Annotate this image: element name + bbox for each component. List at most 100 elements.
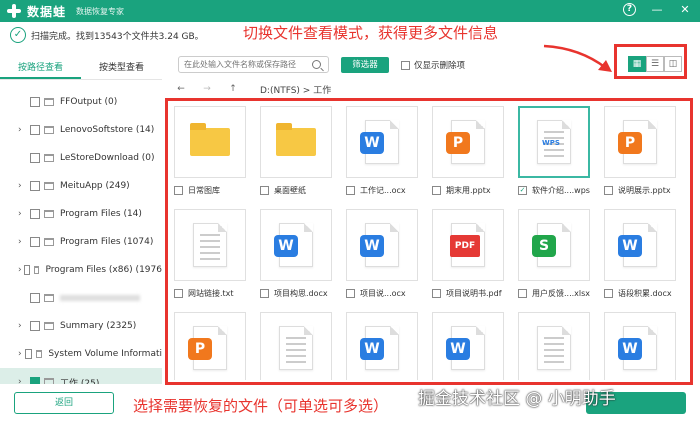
tree-item-checkbox[interactable] (30, 377, 40, 384)
file-name: 说明展示.pptx (618, 186, 671, 195)
only-deleted-toggle[interactable]: 仅显示删除项 (401, 59, 465, 71)
back-button[interactable]: 返回 (14, 392, 114, 414)
tree-item-label: 工作 (25) (60, 378, 100, 385)
tree-item[interactable]: › Program Files (14) (0, 200, 162, 228)
file-thumbnail[interactable]: W (346, 209, 418, 281)
tree-item[interactable]: › LenovoSoftstore (14) (0, 116, 162, 144)
only-deleted-checkbox[interactable] (401, 60, 410, 70)
up-arrow-icon[interactable]: ↑ (220, 84, 246, 94)
tree-item[interactable]: LeStoreDownload (0) (0, 144, 162, 172)
detail-view-icon[interactable]: ◫ (664, 56, 682, 72)
filter-button[interactable]: 筛选器 (341, 57, 389, 73)
tree-item[interactable]: › Summary (2325) (0, 312, 162, 340)
file-item[interactable]: W 项目构思.docx (258, 207, 343, 307)
tree-item[interactable]: › Program Files (1074) (0, 228, 162, 256)
file-thumbnail[interactable]: WPS (518, 106, 590, 178)
file-item[interactable]: W 语段积累.docx (602, 207, 687, 307)
file-checkbox[interactable] (174, 186, 183, 195)
tree-item-checkbox[interactable] (30, 321, 40, 331)
file-checkbox[interactable] (346, 289, 355, 298)
file-thumbnail[interactable]: PDF (432, 209, 504, 281)
file-thumbnail[interactable] (260, 106, 332, 178)
help-icon[interactable]: ? (623, 3, 636, 16)
chevron-right-icon[interactable]: › (18, 125, 30, 135)
file-checkbox[interactable] (432, 289, 441, 298)
tree-item-checkbox[interactable] (23, 265, 30, 275)
forward-arrow-icon[interactable]: → (194, 84, 220, 94)
tree-item-checkbox[interactable] (30, 237, 40, 247)
file-thumbnail[interactable]: P (604, 106, 676, 178)
tree-item-checkbox[interactable] (30, 293, 40, 303)
file-item[interactable]: P 期末用.pptx (430, 104, 515, 204)
file-thumbnail[interactable]: W (260, 209, 332, 281)
file-thumbnail[interactable] (174, 209, 246, 281)
tree-item[interactable]: › MeituApp (249) (0, 172, 162, 200)
file-checkbox[interactable] (604, 289, 613, 298)
tree-item-checkbox[interactable] (30, 181, 40, 191)
chevron-right-icon[interactable]: › (18, 349, 25, 359)
tree-item-checkbox[interactable] (30, 97, 40, 107)
list-view-icon[interactable]: ☰ (646, 56, 664, 72)
back-arrow-icon[interactable]: ← (168, 84, 194, 94)
chevron-right-icon[interactable]: › (18, 377, 30, 384)
tree-item[interactable]: › System Volume Informati (0, 340, 162, 368)
file-checkbox[interactable] (260, 289, 269, 298)
file-thumbnail[interactable]: W (432, 312, 504, 380)
file-item[interactable]: S 用户反馈....xlsx (516, 207, 601, 307)
tree-item[interactable]: › Program Files (x86) (1976 (0, 256, 162, 284)
close-button[interactable]: ✕ (678, 3, 692, 16)
tab-by-type[interactable]: 按类型查看 (81, 58, 162, 79)
file-checkbox[interactable]: ✓ (518, 186, 527, 195)
tree-item[interactable]: › 工作 (25) (0, 368, 162, 384)
file-item[interactable]: W (602, 310, 687, 380)
chevron-right-icon[interactable]: › (18, 237, 30, 247)
file-checkbox[interactable] (432, 186, 441, 195)
file-thumbnail[interactable]: P (174, 312, 246, 380)
tree-item-checkbox[interactable] (30, 209, 40, 219)
file-thumbnail[interactable]: P (432, 106, 504, 178)
file-item[interactable]: P (172, 310, 257, 380)
tree-item-checkbox[interactable] (30, 153, 40, 163)
minimize-button[interactable]: — (650, 3, 664, 16)
thumbnail-view-icon[interactable]: ▦ (628, 56, 646, 72)
chevron-right-icon[interactable]: › (18, 321, 30, 331)
file-thumbnail[interactable]: W (604, 312, 676, 380)
file-item[interactable] (258, 310, 343, 380)
file-checkbox[interactable] (518, 289, 527, 298)
tree-item[interactable] (0, 284, 162, 312)
file-item[interactable]: W (430, 310, 515, 380)
file-checkbox[interactable] (604, 186, 613, 195)
tree-item-checkbox[interactable] (25, 349, 32, 359)
folder-icon (44, 322, 54, 330)
file-thumbnail[interactable]: W (346, 106, 418, 178)
file-thumbnail[interactable]: W (346, 312, 418, 380)
tab-by-path[interactable]: 按路径查看 (0, 58, 81, 79)
file-thumbnail[interactable]: W (604, 209, 676, 281)
file-item[interactable]: W 工作记...ocx (344, 104, 429, 204)
file-thumbnail[interactable] (174, 106, 246, 178)
search-box[interactable] (178, 56, 329, 73)
tree-item[interactable]: FFOutput (0) (0, 88, 162, 116)
search-input[interactable] (184, 60, 314, 69)
folder-icon (33, 266, 40, 274)
file-thumbnail[interactable]: S (518, 209, 590, 281)
chevron-right-icon[interactable]: › (18, 181, 30, 191)
tree-item-checkbox[interactable] (30, 125, 40, 135)
file-item[interactable]: P 说明展示.pptx (602, 104, 687, 204)
file-item[interactable] (516, 310, 601, 380)
file-thumbnail[interactable] (260, 312, 332, 380)
file-thumbnail[interactable] (518, 312, 590, 380)
chevron-right-icon[interactable]: › (18, 209, 30, 219)
file-item[interactable]: W 项目说...ocx (344, 207, 429, 307)
file-grid: 日常图库 桌面壁纸 W 工作记...ocx P 期末用.pptx WPS ✓ 软件介绍....w… (172, 104, 687, 380)
file-checkbox[interactable] (174, 289, 183, 298)
file-item[interactable]: PDF 项目说明书.pdf (430, 207, 515, 307)
file-checkbox[interactable] (346, 186, 355, 195)
file-item[interactable]: WPS ✓ 软件介绍....wps (516, 104, 601, 204)
file-checkbox[interactable] (260, 186, 269, 195)
file-item[interactable]: 日常图库 (172, 104, 257, 204)
file-item[interactable]: W (344, 310, 429, 380)
file-item[interactable]: 网站链接.txt (172, 207, 257, 307)
search-icon[interactable] (312, 60, 321, 69)
file-item[interactable]: 桌面壁纸 (258, 104, 343, 204)
